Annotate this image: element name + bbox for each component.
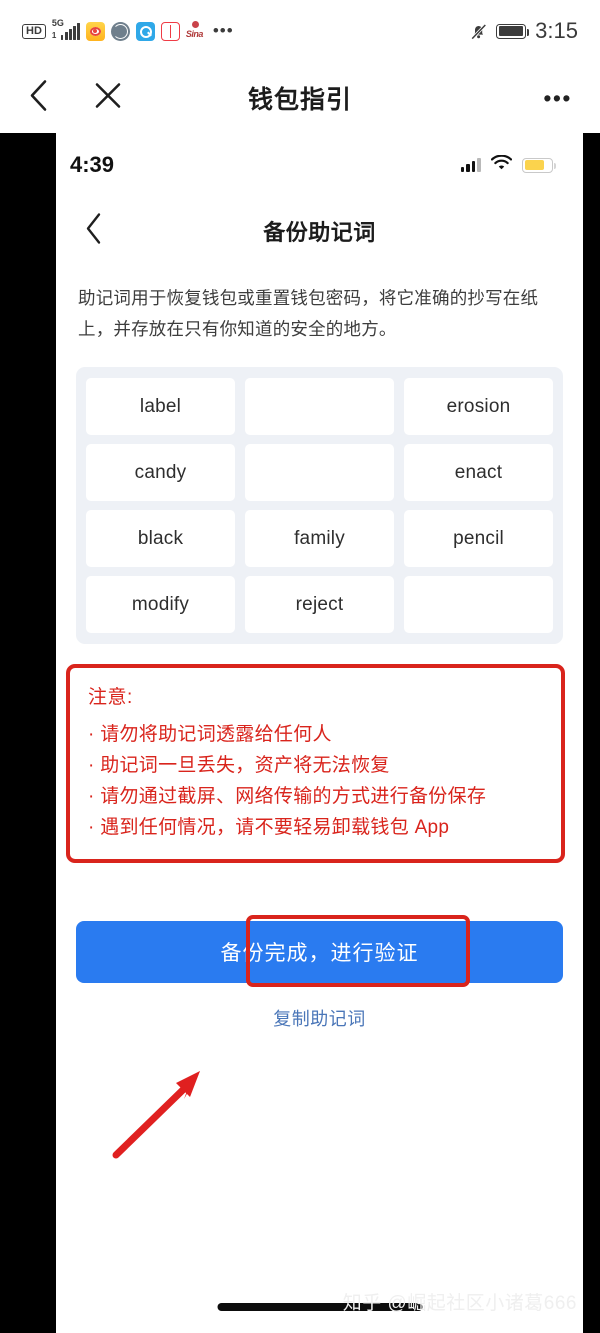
- status-left-group: HD 5G 1 Sina •••: [22, 18, 234, 41]
- sina-icon: Sina: [186, 21, 207, 40]
- hd-badge: HD: [22, 23, 46, 39]
- ios-status-icons: [460, 154, 556, 175]
- search-icon: [135, 21, 155, 41]
- network-type-label: 5G: [51, 18, 64, 28]
- watermark: 知乎 @崛起社区小诸葛666: [342, 1293, 577, 1314]
- wifi-icon: [490, 154, 513, 175]
- warning-item: · 请勿通过截屏、网络传输的方式进行备份保存: [88, 786, 487, 807]
- globe-icon: [110, 21, 130, 41]
- mnemonic-word-cell[interactable]: [245, 378, 394, 435]
- warning-item: · 助记词一旦丢失，资产将无法恢复: [88, 755, 390, 776]
- mnemonic-word-cell[interactable]: [404, 576, 553, 633]
- screen-title: 备份助记词: [263, 220, 376, 245]
- mnemonic-word-cell[interactable]: black: [86, 510, 235, 567]
- page-title: 钱包指引: [247, 85, 352, 114]
- screenshot-root: HD 5G 1 Sina ••• 3:15 钱包指引 ••• 4:39 备份助记…: [0, 0, 600, 1333]
- embedded-screenshot: 4:39 备份助记词 助记词用于恢复钱包或重置钱包密码，将它准确的抄写在纸上，并…: [0, 133, 600, 1333]
- mnemonic-word-grid: label erosion candy enact black family p…: [76, 367, 563, 644]
- android-clock: 3:15: [535, 18, 578, 43]
- ios-clock: 4:39: [70, 152, 115, 177]
- mnemonic-word-cell[interactable]: enact: [404, 444, 553, 501]
- cellular-signal-icon: 5G 1: [51, 18, 80, 40]
- book-icon: [160, 21, 180, 41]
- sim-index-label: 1: [51, 31, 57, 40]
- wallet-guide-navbar: 钱包指引 •••: [0, 62, 600, 133]
- mnemonic-description: 助记词用于恢复钱包或重置钱包密码，将它准确的抄写在纸上，并存放在只有你知道的安全…: [78, 288, 539, 339]
- cta-area: 备份完成，进行验证 复制助记词: [76, 915, 563, 1031]
- battery-low-icon: [522, 157, 556, 173]
- cellular-signal-icon: [460, 158, 481, 172]
- more-horizontal-icon[interactable]: •••: [543, 86, 572, 109]
- mnemonic-word-cell[interactable]: [245, 444, 394, 501]
- ios-status-bar: 4:39: [56, 133, 583, 197]
- mnemonic-word-cell[interactable]: label: [86, 378, 235, 435]
- mnemonic-word-cell[interactable]: reject: [245, 576, 394, 633]
- bell-muted-icon: [471, 23, 487, 40]
- battery-full-icon: [496, 23, 530, 39]
- status-right-group: 3:15: [471, 18, 578, 44]
- backup-mnemonic-navbar: 备份助记词: [56, 197, 583, 265]
- mnemonic-word-cell[interactable]: modify: [86, 576, 235, 633]
- red-arrow-pointing-up-right: [104, 1053, 224, 1168]
- mnemonic-word-cell[interactable]: candy: [86, 444, 235, 501]
- copy-mnemonic-link[interactable]: 复制助记词: [76, 1005, 563, 1031]
- status-overflow-icon: •••: [212, 21, 234, 40]
- warning-box: 注意: · 请勿将助记词透露给任何人 · 助记词一旦丢失，资产将无法恢复 · 请…: [66, 664, 565, 863]
- ios-screen: 4:39 备份助记词 助记词用于恢复钱包或重置钱包密码，将它准确的抄写在纸上，并…: [56, 133, 583, 1333]
- mnemonic-word-cell[interactable]: pencil: [404, 510, 553, 567]
- weibo-icon: [85, 21, 105, 41]
- backup-done-verify-button[interactable]: 备份完成，进行验证: [76, 921, 563, 983]
- warning-item: · 请勿将助记词透露给任何人: [88, 724, 332, 745]
- warning-item: · 遇到任何情况，请不要轻易卸载钱包 App: [88, 817, 450, 838]
- android-status-bar: HD 5G 1 Sina ••• 3:15: [0, 0, 600, 62]
- mnemonic-word-cell[interactable]: family: [245, 510, 394, 567]
- backup-done-verify-label: 备份完成，进行验证: [220, 942, 419, 965]
- mnemonic-word-cell[interactable]: erosion: [404, 378, 553, 435]
- warning-title: 注意:: [88, 687, 133, 708]
